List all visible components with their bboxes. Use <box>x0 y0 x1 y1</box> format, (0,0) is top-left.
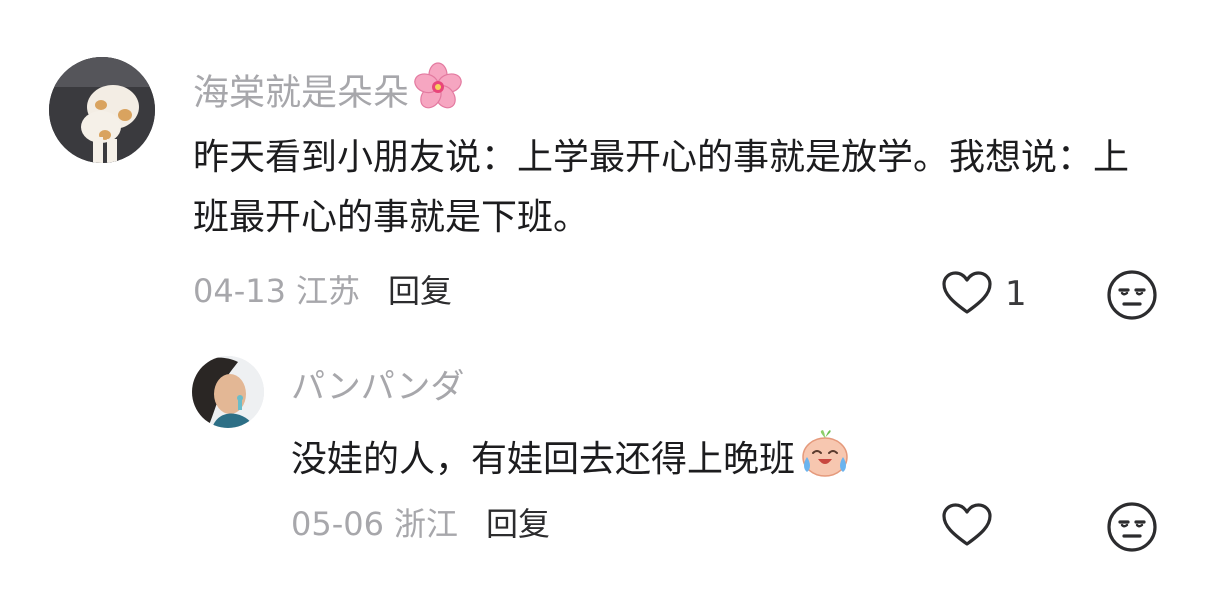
heart-icon <box>942 271 992 314</box>
like-count: 1 <box>1005 274 1027 314</box>
comment-location: 江苏 <box>295 272 360 310</box>
reply-avatar[interactable] <box>192 356 264 428</box>
reply-button[interactable]: 回复 <box>486 505 550 543</box>
dislike-button[interactable] <box>1106 269 1158 325</box>
reply-location: 浙江 <box>393 505 458 543</box>
like-button[interactable] <box>941 270 993 320</box>
reply-button[interactable]: 回复 <box>388 272 452 310</box>
reply-dislike-button[interactable] <box>1106 501 1158 557</box>
comment-username[interactable]: 海棠就是朵朵 <box>193 60 465 129</box>
comment-meta: 04-13 江苏 回复 <box>193 268 452 314</box>
cherry-blossom-icon <box>411 60 465 129</box>
reply-text-content: 没娃的人，有娃回去还得上晚班 <box>291 439 796 480</box>
reply-text: 没娃的人，有娃回去还得上晚班 <box>291 427 1151 498</box>
unamused-face-icon <box>1107 502 1157 552</box>
comment-text: 昨天看到小朋友说：上学最开心的事就是放学。我想说：上班最开心的事就是下班。 <box>193 137 1130 238</box>
reply-date: 05-06 <box>291 505 384 543</box>
reply-username[interactable]: パンパンダ <box>291 363 464 411</box>
avatar[interactable] <box>49 57 155 163</box>
comment-date: 04-13 <box>193 272 286 310</box>
person-avatar-image <box>192 356 264 428</box>
laughing-crying-icon <box>797 427 853 498</box>
username-text: 海棠就是朵朵 <box>193 72 410 114</box>
reply-meta: 05-06 浙江 回复 <box>291 501 550 547</box>
reply-like-button[interactable] <box>941 502 993 552</box>
cat-avatar-image <box>49 57 155 163</box>
comment-thread: 海棠就是朵朵 昨天看到小朋友说：上学最开心的事就是放学。我想说：上班最开心的事就… <box>0 0 1206 611</box>
unamused-face-icon <box>1107 270 1157 320</box>
heart-icon <box>942 503 992 546</box>
